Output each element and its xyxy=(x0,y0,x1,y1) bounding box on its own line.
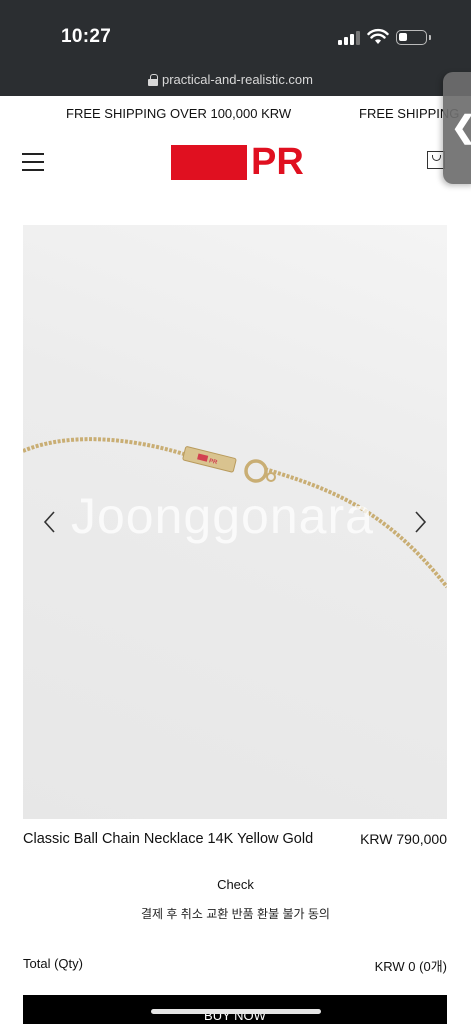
url-text[interactable]: practical-and-realistic.com xyxy=(162,72,313,87)
chevron-right-icon[interactable] xyxy=(410,508,430,536)
logo-red-block xyxy=(171,144,247,180)
total-label: Total (Qty) xyxy=(23,956,83,971)
total-value: KRW 0 (0개) xyxy=(374,959,447,974)
site-logo[interactable]: PR xyxy=(171,141,304,183)
battery-tip xyxy=(429,35,431,40)
cellular-signal-icon xyxy=(338,31,360,45)
agreement-text: 결제 후 취소 교환 반품 환불 불가 동의 xyxy=(141,907,330,921)
product-price: KRW 790,000 xyxy=(360,831,447,847)
agreement-check[interactable]: Check xyxy=(0,877,471,892)
logo-text: PR xyxy=(251,141,304,183)
watermark: Joonggonara xyxy=(71,488,374,544)
announcement-bar: FREE SHIPPING OVER 100,000 KRW FREE SHIP… xyxy=(0,96,471,130)
home-indicator xyxy=(151,1009,321,1014)
hamburger-menu-icon[interactable] xyxy=(22,153,44,171)
browser-url-bar[interactable]: practical-and-realistic.com xyxy=(0,62,471,96)
product-name: Classic Ball Chain Necklace 14K Yellow G… xyxy=(23,831,314,847)
status-time: 10:27 xyxy=(61,26,112,47)
back-pull-tab[interactable]: ❮ xyxy=(443,72,471,184)
lock-icon xyxy=(148,73,158,86)
back-chevron-icon: ❮ xyxy=(451,110,471,145)
product-image-carousel[interactable]: PR Joonggonara xyxy=(23,225,447,819)
chevron-left-icon[interactable] xyxy=(40,508,60,536)
battery-icon xyxy=(396,30,427,45)
announcement-text: FREE SHIPPING OVER 100,000 KRW xyxy=(66,106,292,121)
ios-status-bar: 10:27 xyxy=(0,0,471,62)
site-header: PR xyxy=(0,130,471,194)
wifi-icon xyxy=(367,28,389,44)
